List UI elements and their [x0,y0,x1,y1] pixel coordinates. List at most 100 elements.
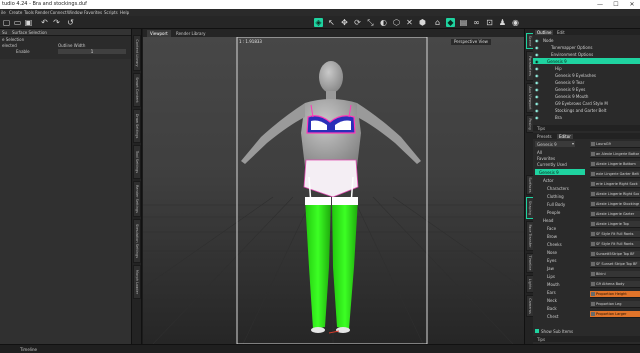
menu-favorites[interactable]: Favorites [84,10,102,15]
visibility-eye-icon[interactable]: ◉ [535,101,539,106]
scene-item[interactable]: ◉ Genesis 9 Eyelashes [533,72,640,78]
outline-width-input[interactable]: 1 [58,48,126,54]
timeline-tab[interactable]: Timeline [20,347,37,352]
category-item[interactable]: Eyes [535,257,585,263]
surface-selection-tab[interactable]: Su [2,30,7,35]
joint-editor-icon[interactable]: ✕ [405,18,414,27]
tab-editor[interactable]: Editor [557,133,573,139]
scale-icon[interactable]: ⤡ [366,18,375,27]
menu-connect[interactable]: Connect [50,10,67,15]
scene-tips[interactable]: Tips [535,126,547,131]
category-item[interactable]: Head [535,217,585,223]
scene-item[interactable]: ◉ Genesis 9 Tear [533,79,640,85]
category-item[interactable]: Genesis 9 [535,169,585,175]
category-item[interactable]: People [535,209,585,215]
scene-item[interactable]: ◉ Genesis 9 [533,58,640,64]
category-item[interactable]: Jaw [535,265,585,271]
shaping-property[interactable]: Alexie Lingerie Bottom [590,161,640,168]
left-tab-morph-loader[interactable]: Morph Loader [133,265,141,299]
visibility-eye-icon[interactable]: ◉ [535,94,539,99]
shaping-property[interactable]: Sunsett5Stripe Top BF [590,251,640,258]
render-icon[interactable]: ⌂ [433,18,442,27]
category-item[interactable]: Mouth [535,281,585,287]
shaping-property[interactable]: Proportion Leg [590,301,640,308]
scene-item[interactable]: ◉ Bra [533,114,640,120]
shaping-property[interactable]: G9 Athena Body [590,281,640,288]
visibility-eye-icon[interactable]: ◉ [535,66,539,71]
figure-dropdown[interactable]: Genesis 9 ▾ [535,141,575,147]
visibility-eye-icon[interactable]: ◉ [535,38,539,43]
visibility-eye-icon[interactable]: ◉ [535,73,539,78]
menu-scripts[interactable]: Scripts [104,10,118,15]
shaping-property[interactable]: an Alexie Lingerie Bottom [590,151,640,158]
camera-dropdown[interactable]: Perspective View [451,39,491,45]
category-item[interactable]: Full Body [535,201,585,207]
shaping-property[interactable]: Proportion Height [590,291,640,298]
left-tab-tool-settings[interactable]: Tool Settings [133,145,141,179]
scene-item[interactable]: ◉ Stockings and Garter Belt [533,107,640,113]
new-scene-icon[interactable]: ▢ [2,18,11,27]
shaping-property[interactable]: Proportion Larger [590,311,640,318]
category-item[interactable]: Actor [535,177,585,183]
tab-outline[interactable]: Outline [535,29,554,35]
category-item[interactable]: Cheeks [535,241,585,247]
3d-viewport[interactable]: 1 : 1.91833 Perspective View [143,37,524,344]
geometry-edit-icon[interactable]: ⬡ [392,18,401,27]
menu-window[interactable]: Window [67,10,83,15]
tab-presets[interactable]: Presets [535,134,554,139]
tab-render-library[interactable]: Render Library [173,30,209,37]
scene-item[interactable]: ◉ G9 Eyebrows Card Style M [533,100,640,106]
minimize-button[interactable]: — [592,0,608,9]
category-item[interactable]: Face [535,225,585,231]
shaping-property[interactable]: LauraG9 [590,141,640,148]
tab-viewport[interactable]: Viewport [147,30,171,37]
spot-render-icon[interactable]: ▤ [459,18,468,27]
visibility-eye-icon[interactable]: ◉ [535,52,539,57]
shaping-property[interactable]: SF Sunset Stripe Top BF [590,261,640,268]
category-item[interactable]: Characters [535,185,585,191]
node-select-icon[interactable]: ↖ [327,18,336,27]
visibility-eye-icon[interactable]: ◉ [535,59,539,64]
scene-item[interactable]: ◉ Genesis 9 Mouth [533,93,640,99]
universal-tool-icon[interactable]: ◈ [314,18,323,27]
visibility-eye-icon[interactable]: ◉ [535,80,539,85]
shaping-tips[interactable]: Tips [535,337,547,342]
menu-render[interactable]: Render [35,10,49,15]
category-item[interactable]: Lips [535,273,585,279]
undo-icon[interactable]: ↶ [40,18,49,27]
link-icon[interactable]: ∞ [472,18,481,27]
scene-item[interactable]: ◉ Tonemapper Options [533,44,640,50]
figure-icon[interactable]: ♟ [498,18,507,27]
region-nav-icon[interactable]: ⬢ [418,18,427,27]
shaping-property[interactable]: exie Lingerie Garter Belt [590,171,640,178]
scene-item[interactable]: ◉ Genesis 9 Eyes [533,86,640,92]
iray-preview-icon[interactable]: ◆ [446,18,455,27]
enable-value[interactable]: Enable [16,49,30,54]
translate-icon[interactable]: ✥ [340,18,349,27]
shaping-property[interactable]: Alexie Lingerie Top [590,221,640,228]
category-item[interactable]: Neck [535,297,585,303]
menu-help[interactable]: Help [120,10,129,15]
close-button[interactable]: ✕ [624,0,640,9]
redo-icon[interactable]: ↷ [52,18,61,27]
visibility-eye-icon[interactable]: ◉ [535,108,539,113]
visibility-eye-icon[interactable]: ◉ [535,87,539,92]
left-tab-simulation-settings[interactable]: Simulation Settings [133,219,141,263]
save-icon[interactable]: ▣ [24,18,33,27]
category-item[interactable]: Ears [535,289,585,295]
scene-item[interactable]: ◉ Environment Options [533,51,640,57]
visibility-eye-icon[interactable]: ◉ [535,115,539,120]
undo-history-icon[interactable]: ↺ [66,18,75,27]
menu-create[interactable]: Create [9,10,22,15]
eye-icon[interactable]: ◉ [511,18,520,27]
menu-file[interactable]: ile [1,10,6,15]
left-tab-content-library[interactable]: Content Library [133,35,141,71]
rotate-icon[interactable]: ⟳ [353,18,362,27]
category-item[interactable]: Back [535,305,585,311]
shaping-property[interactable]: Bikini [590,271,640,278]
menu-tools[interactable]: Tools [24,10,34,15]
show-sub-items-checkbox[interactable] [535,329,539,333]
shaping-property[interactable]: Alexie Lingerie Right Sock [590,191,640,198]
shaping-property[interactable]: Alexie Lingerie Stockings [590,201,640,208]
visibility-eye-icon[interactable]: ◉ [535,45,539,50]
